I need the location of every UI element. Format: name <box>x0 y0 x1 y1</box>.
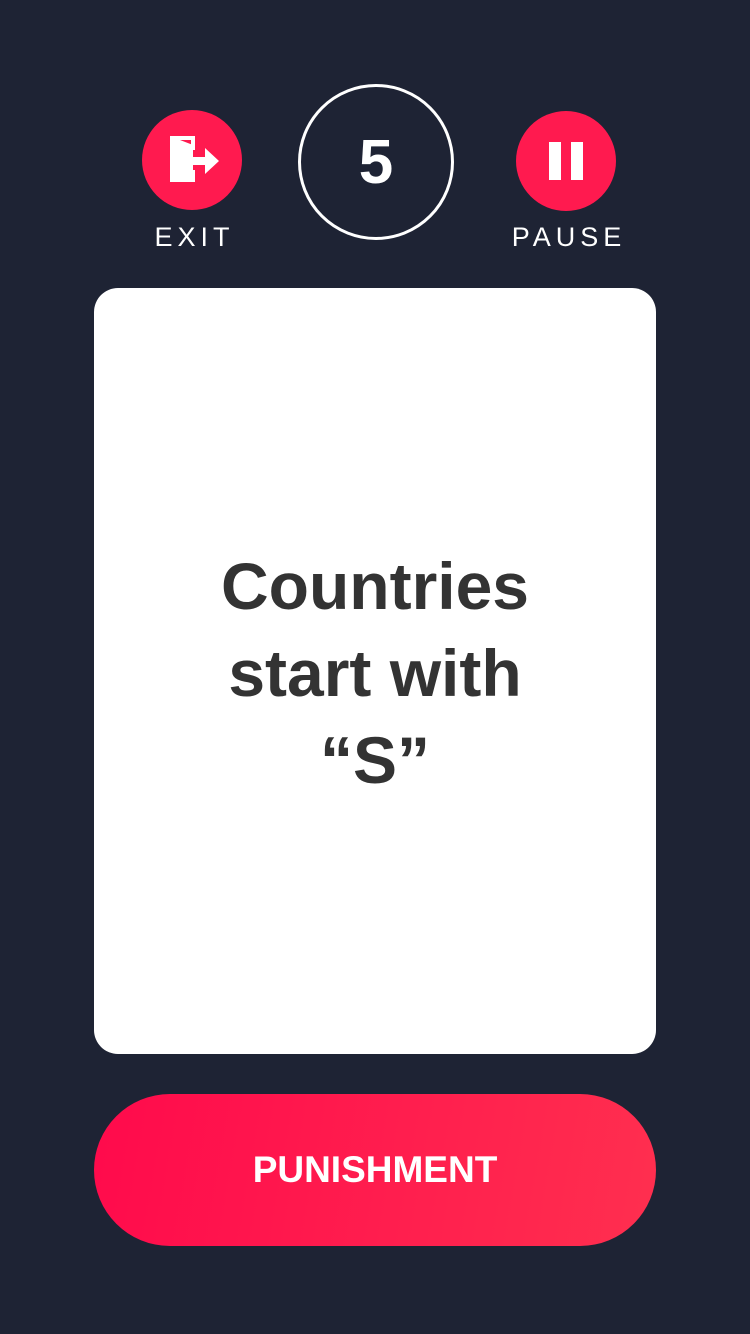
prompt-card: Countries start with “S” <box>94 288 656 1054</box>
pause-button[interactable] <box>516 111 616 211</box>
countdown-timer: 5 <box>298 84 454 240</box>
exit-label: EXIT <box>154 222 235 252</box>
punishment-button[interactable]: PUNISHMENT <box>94 1094 656 1246</box>
prompt-text: Countries start with “S” <box>220 548 530 797</box>
exit-door-icon <box>170 136 219 182</box>
pause-icon <box>549 142 583 180</box>
pause-label: PAUSE <box>511 222 627 252</box>
exit-button[interactable] <box>142 110 242 210</box>
